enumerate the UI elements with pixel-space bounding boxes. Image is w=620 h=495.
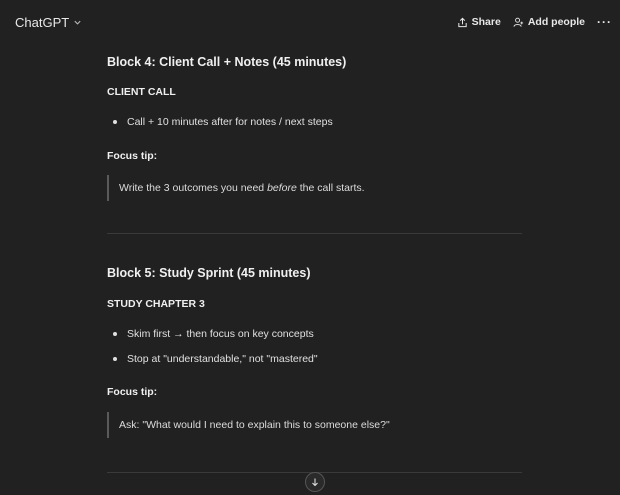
more-options-button[interactable]: ··· (597, 15, 612, 29)
add-person-icon (513, 17, 523, 27)
block-4-tip-label: Focus tip: (107, 150, 158, 162)
top-bar: ChatGPT Share Add people ··· (0, 0, 620, 44)
model-selector[interactable]: ChatGPT (15, 15, 82, 30)
add-people-label: Add people (527, 16, 585, 28)
arrow-down-icon (312, 478, 318, 487)
list-item-text: Call + 10 minutes after for notes / next… (127, 116, 333, 128)
app-title: ChatGPT (15, 14, 70, 30)
block-5-title: Block 5: Study Sprint (45 minutes) (107, 266, 311, 280)
list-item-text: Skim first → then focus on key concepts (127, 328, 314, 340)
list-item-text: Stop at "understandable," not "mastered" (127, 353, 318, 365)
bullet-dot (113, 357, 117, 361)
block-5-tip-label: Focus tip: (107, 386, 158, 398)
share-button[interactable]: Share (457, 16, 501, 28)
bullet-dot (113, 120, 117, 124)
bullet-dot (113, 332, 117, 336)
share-label: Share (471, 16, 501, 28)
divider (107, 233, 522, 234)
list-item: Call + 10 minutes after for notes / next… (107, 116, 333, 128)
scroll-to-bottom-button[interactable] (305, 472, 325, 492)
tip-text: Ask: "What would I need to explain this … (119, 419, 390, 431)
share-icon (457, 17, 467, 27)
block-4-title: Block 4: Client Call + Notes (45 minutes… (107, 55, 347, 69)
list-item: Stop at "understandable," not "mastered" (107, 353, 318, 365)
block-4-heading: CLIENT CALL (107, 86, 176, 98)
add-people-button[interactable]: Add people (513, 16, 585, 28)
list-item: Skim first → then focus on key concepts (107, 328, 314, 340)
block-4-tip-quote: Write the 3 outcomes you need before the… (107, 175, 365, 201)
block-5-heading: STUDY CHAPTER 3 (107, 298, 205, 310)
tip-text: Write the 3 outcomes you need before the… (119, 182, 365, 194)
block-5-tip-quote: Ask: "What would I need to explain this … (107, 412, 390, 438)
chevron-down-icon (74, 20, 81, 25)
header-actions: Share Add people ··· (457, 15, 612, 29)
